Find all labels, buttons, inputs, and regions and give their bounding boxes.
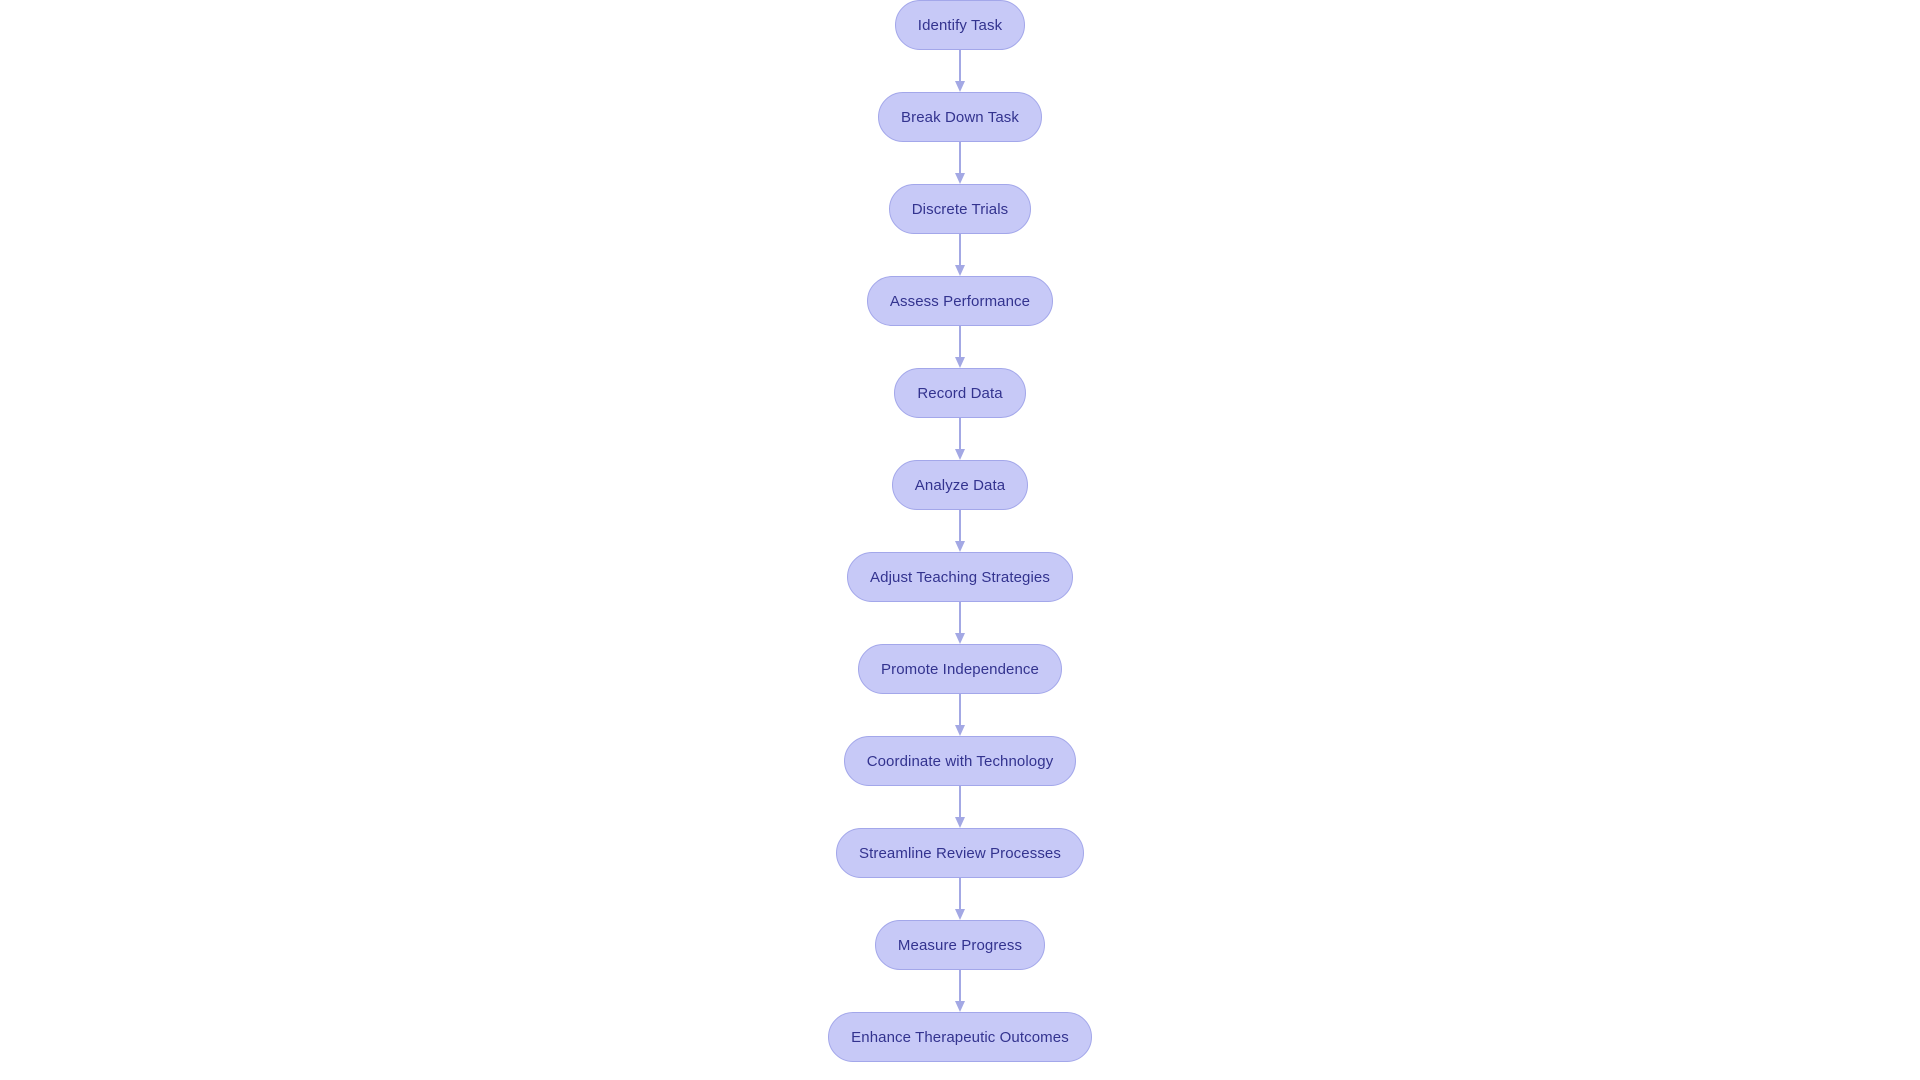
connector-line [959, 142, 961, 174]
arrowhead-down-icon [955, 725, 965, 736]
flow-node-record-data[interactable]: Record Data [894, 368, 1026, 418]
flow-node-label: Analyze Data [914, 476, 1006, 494]
flow-node-measure-progress[interactable]: Measure Progress [874, 920, 1046, 970]
flow-node-promote-independence[interactable]: Promote Independence [858, 644, 1062, 694]
flow-connector-arrow [953, 510, 967, 552]
connector-line [959, 234, 961, 266]
connector-line [959, 602, 961, 634]
flow-connector-arrow [953, 786, 967, 828]
connector-line [959, 326, 961, 358]
arrowhead-down-icon [955, 541, 965, 552]
flow-node-discrete-trials[interactable]: Discrete Trials [888, 184, 1032, 234]
flow-node-label: Assess Performance [889, 292, 1031, 310]
flow-node-streamline-review-processes[interactable]: Streamline Review Processes [836, 828, 1084, 878]
flow-connector-arrow [953, 234, 967, 276]
flow-node-enhance-therapeutic-outcomes[interactable]: Enhance Therapeutic Outcomes [828, 1012, 1092, 1062]
flowchart-node-column: Identify Task Break Down Task Discrete T… [0, 0, 1920, 1062]
flow-node-assess-performance[interactable]: Assess Performance [866, 276, 1054, 326]
arrowhead-down-icon [955, 357, 965, 368]
flow-node-identify-task[interactable]: Identify Task [894, 0, 1026, 50]
flow-node-break-down-task[interactable]: Break Down Task [878, 92, 1042, 142]
connector-line [959, 970, 961, 1002]
flow-node-label: Promote Independence [881, 660, 1039, 678]
flow-node-coordinate-with-technology[interactable]: Coordinate with Technology [843, 736, 1077, 786]
connector-line [959, 786, 961, 818]
flow-node-label: Identify Task [917, 16, 1003, 34]
flow-connector-arrow [953, 50, 967, 92]
flow-connector-arrow [953, 602, 967, 644]
arrowhead-down-icon [955, 449, 965, 460]
arrowhead-down-icon [955, 633, 965, 644]
flow-node-analyze-data[interactable]: Analyze Data [891, 460, 1029, 510]
arrowhead-down-icon [955, 1001, 965, 1012]
connector-line [959, 510, 961, 542]
arrowhead-down-icon [955, 81, 965, 92]
flow-node-adjust-teaching-strategies[interactable]: Adjust Teaching Strategies [847, 552, 1073, 602]
flow-node-label: Adjust Teaching Strategies [870, 568, 1050, 586]
flow-connector-arrow [953, 878, 967, 920]
flow-node-label: Streamline Review Processes [859, 844, 1061, 862]
arrowhead-down-icon [955, 173, 965, 184]
connector-line [959, 418, 961, 450]
flow-node-label: Discrete Trials [911, 200, 1009, 218]
flow-node-label: Enhance Therapeutic Outcomes [851, 1028, 1069, 1046]
flow-node-label: Break Down Task [901, 108, 1019, 126]
arrowhead-down-icon [955, 265, 965, 276]
flow-node-label: Record Data [917, 384, 1003, 402]
flow-connector-arrow [953, 694, 967, 736]
flow-connector-arrow [953, 326, 967, 368]
connector-line [959, 694, 961, 726]
flow-node-label: Coordinate with Technology [866, 752, 1054, 770]
flow-connector-arrow [953, 970, 967, 1012]
arrowhead-down-icon [955, 817, 965, 828]
arrowhead-down-icon [955, 909, 965, 920]
flow-node-label: Measure Progress [897, 936, 1023, 954]
flowchart-canvas: Identify Task Break Down Task Discrete T… [0, 0, 1920, 1080]
connector-line [959, 878, 961, 910]
flow-connector-arrow [953, 418, 967, 460]
connector-line [959, 50, 961, 82]
flow-connector-arrow [953, 142, 967, 184]
